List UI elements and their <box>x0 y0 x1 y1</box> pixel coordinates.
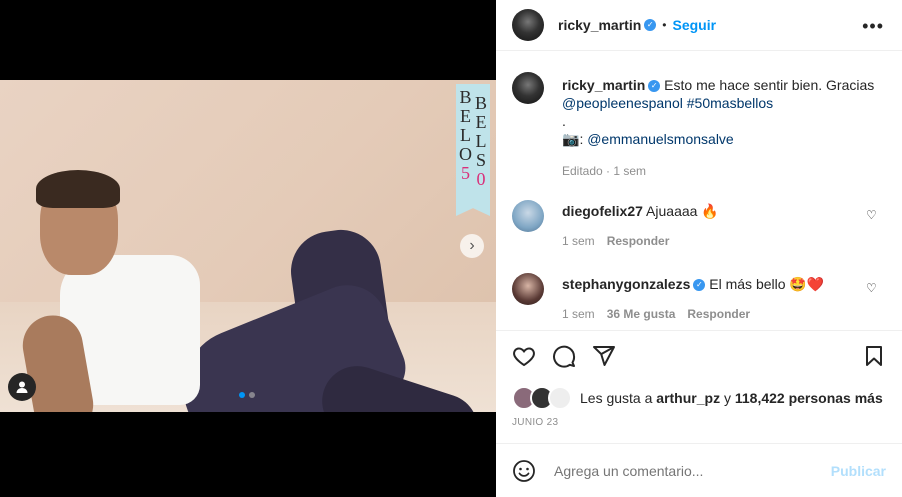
banner-letter: E <box>475 112 487 132</box>
comment-like-icon[interactable]: ♡ <box>866 281 878 295</box>
comment-like-icon[interactable]: ♡ <box>866 208 878 222</box>
comment-body: stephanygonzalezs ✓ El más bello 🤩❤️ 1 se… <box>562 273 824 321</box>
likes-row: Les gusta a arthur_pz y 118,422 personas… <box>512 386 883 410</box>
user-tags-button[interactable] <box>8 373 36 401</box>
banner-left: B E L O 5 <box>459 88 472 212</box>
comment-text: Ajuaaaa 🔥 <box>646 203 719 219</box>
actions-divider <box>496 330 902 332</box>
verified-badge-icon: ✓ <box>644 19 657 31</box>
comment-input[interactable] <box>552 461 816 480</box>
caption-avatar[interactable] <box>512 72 544 104</box>
credit-prefix: : <box>579 131 584 147</box>
user-tag-icon <box>16 381 28 393</box>
caption-username[interactable]: ricky_martin <box>562 77 645 93</box>
banner-letter: B <box>474 93 487 113</box>
separator: • <box>662 18 667 32</box>
post-caption: ricky_martin ✓ Esto me hace sentir bien. … <box>512 72 892 178</box>
author-avatar[interactable] <box>512 9 544 41</box>
camera-icon: 📷 <box>562 131 580 147</box>
banner-number: 0 <box>476 169 486 189</box>
liker-avatar <box>548 386 572 410</box>
banner-letter: L <box>475 131 487 151</box>
carousel-dots <box>239 392 255 398</box>
verified-badge-icon: ✓ <box>693 279 706 292</box>
mention-link[interactable]: @peopleenespanol <box>562 95 683 111</box>
post-header: ricky_martin ✓ • Seguir ••• <box>496 0 902 51</box>
banner-letter: L <box>460 125 471 145</box>
credit-mention-link[interactable]: @emmanuelsmonsalve <box>587 131 734 147</box>
next-image-button[interactable]: › <box>460 234 484 258</box>
caption-text-block: ricky_martin ✓ Esto me hace sentir bien. … <box>562 76 892 148</box>
caption-meta: Editado · 1 sem <box>562 164 647 178</box>
likes-prefix: Les gusta a <box>580 390 653 406</box>
comment-bar: Publicar <box>496 443 902 497</box>
comment-text: El más bello 🤩❤️ <box>709 276 825 292</box>
post-sidebar: ricky_martin ✓ • Seguir ••• ricky_martin… <box>496 0 902 497</box>
likes-count[interactable]: 118,422 personas más <box>735 390 883 406</box>
like-heart-icon[interactable] <box>512 344 536 368</box>
caption-dot: . <box>562 113 566 129</box>
likes-user[interactable]: arthur_pz <box>656 390 720 406</box>
author-info: ricky_martin ✓ • Seguir <box>558 17 716 33</box>
chevron-right-icon: › <box>469 237 475 254</box>
media-panel: B E L O 5 B E L S 0 › <box>0 0 496 497</box>
verified-badge-icon: ✓ <box>648 80 661 93</box>
likes-conj: y <box>723 390 731 406</box>
more-options-icon[interactable]: ••• <box>862 16 884 37</box>
carousel-dot <box>239 392 245 398</box>
banner-letter: S <box>475 150 486 170</box>
carousel-dot <box>249 392 255 398</box>
reply-button[interactable]: Responder <box>687 307 750 321</box>
comment-avatar[interactable] <box>512 200 544 232</box>
banner-letter: O <box>459 144 472 164</box>
comment-body: diegofelix27 Ajuaaaa 🔥 1 sem Responder <box>562 200 719 248</box>
follow-button[interactable]: Seguir <box>672 17 716 33</box>
likes-text: Les gusta a arthur_pz y 118,422 personas… <box>580 389 883 407</box>
photo-hair <box>36 170 120 208</box>
action-icons <box>512 344 616 368</box>
caption-text: Esto me hace sentir bien. Gracias <box>664 77 875 93</box>
comment-username[interactable]: diegofelix27 <box>562 203 643 219</box>
bellos-banner: B E L O 5 B E L S 0 <box>456 84 490 216</box>
share-send-icon[interactable] <box>592 344 616 368</box>
author-username[interactable]: ricky_martin <box>558 17 641 33</box>
comment-time: 1 sem <box>562 307 595 321</box>
banner-right: B E L S 0 <box>475 88 487 212</box>
comment-time: 1 sem <box>562 234 595 248</box>
banner-letter: E <box>460 106 471 126</box>
emoji-icon[interactable] <box>512 459 536 483</box>
post-photo[interactable] <box>0 80 496 412</box>
reply-button[interactable]: Responder <box>607 234 670 248</box>
comment-item: stephanygonzalezs ✓ El más bello 🤩❤️ 1 se… <box>512 273 892 321</box>
bookmark-icon[interactable] <box>862 344 886 368</box>
caption-body: ricky_martin ✓ Esto me hace sentir bien. … <box>562 72 892 178</box>
comment-item: diegofelix27 Ajuaaaa 🔥 1 sem Responder ♡ <box>512 200 892 248</box>
hashtag-link[interactable]: #50masbellos <box>687 95 773 111</box>
comment-username[interactable]: stephanygonzalezs <box>562 276 690 292</box>
banner-number: 5 <box>461 163 470 183</box>
comment-avatar[interactable] <box>512 273 544 305</box>
banner-letter: B <box>459 87 472 107</box>
comment-bubble-icon[interactable] <box>552 344 576 368</box>
post-date[interactable]: JUNIO 23 <box>512 417 558 428</box>
comment-likes[interactable]: 36 Me gusta <box>607 307 676 321</box>
publish-button[interactable]: Publicar <box>831 463 886 479</box>
